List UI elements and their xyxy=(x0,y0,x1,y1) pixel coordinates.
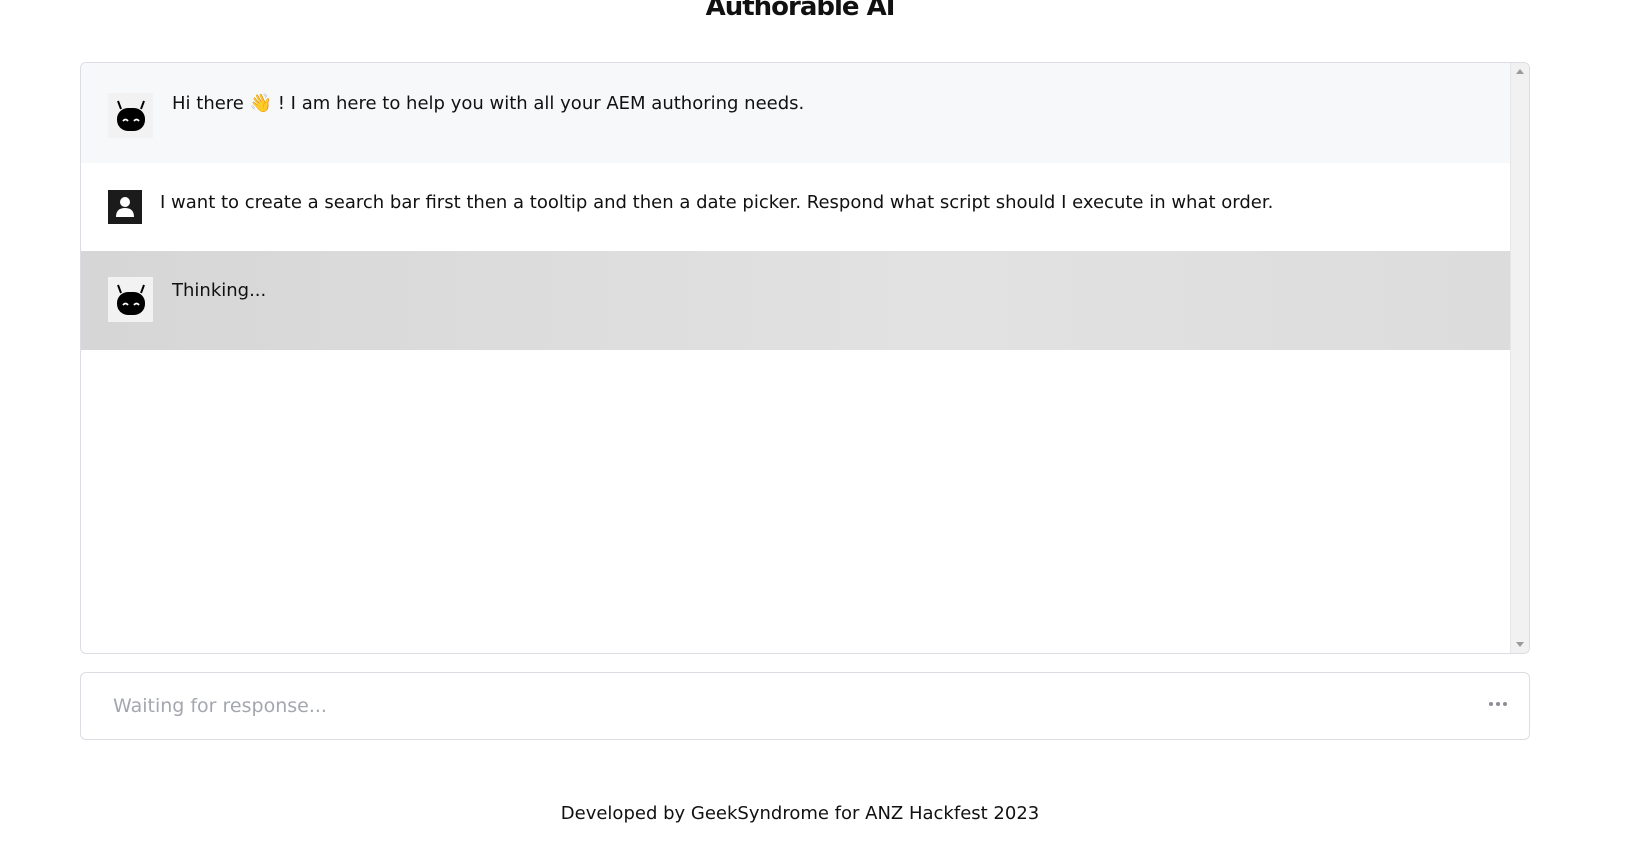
scroll-up-arrow-icon[interactable] xyxy=(1516,69,1524,74)
message-input-box xyxy=(80,672,1530,740)
robot-icon xyxy=(108,277,153,322)
bot-message: Hi there 👋 ! I am here to help you with … xyxy=(81,63,1510,163)
robot-icon xyxy=(108,93,153,138)
user-icon xyxy=(108,190,142,224)
message-list: Hi there 👋 ! I am here to help you with … xyxy=(81,63,1510,653)
message-text: Thinking... xyxy=(172,280,267,301)
chat-panel[interactable]: Hi there 👋 ! I am here to help you with … xyxy=(80,62,1530,654)
bot-message: Thinking... xyxy=(81,251,1510,350)
scrollbar[interactable] xyxy=(1510,63,1529,653)
message-text: Hi there 👋 ! I am here to help you with … xyxy=(172,93,805,114)
footer-text: Developed by GeekSyndrome for ANZ Hackfe… xyxy=(560,803,1040,824)
message-input[interactable] xyxy=(111,685,1455,727)
page-title: Authorable AI xyxy=(705,0,896,22)
more-dots-icon[interactable] xyxy=(1489,702,1507,706)
message-text: I want to create a search bar first then… xyxy=(160,192,1274,213)
scroll-down-arrow-icon[interactable] xyxy=(1516,642,1524,647)
user-message: I want to create a search bar first then… xyxy=(81,163,1510,251)
